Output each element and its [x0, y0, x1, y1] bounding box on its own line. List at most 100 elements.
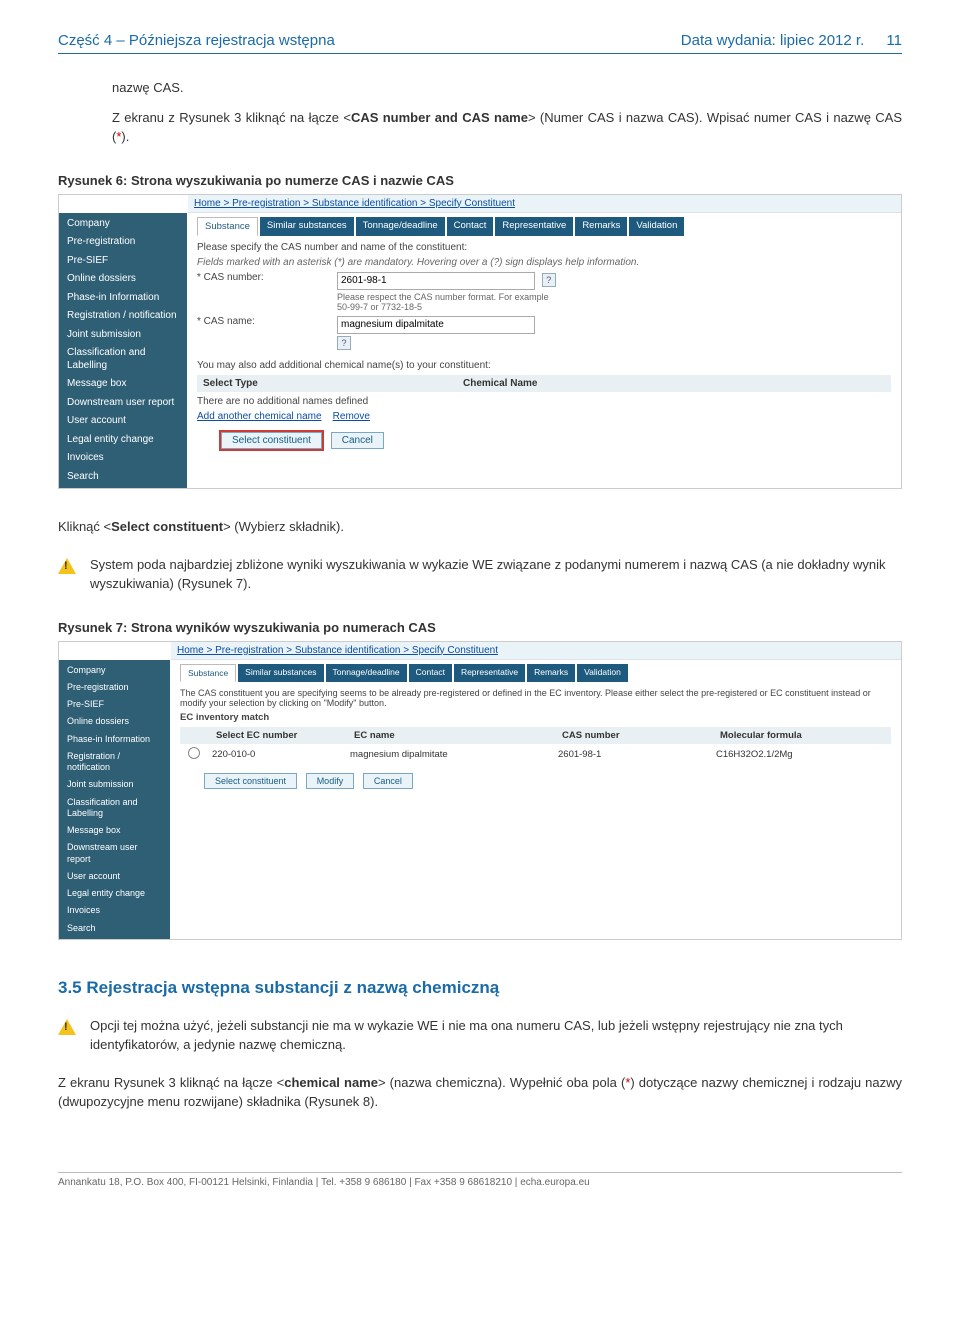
cas-name-input[interactable]: [337, 316, 535, 334]
sidebar-item[interactable]: Message box: [59, 375, 187, 394]
cancel-button[interactable]: Cancel: [331, 432, 384, 449]
section-3-5-heading: 3.5 Rejestracja wstępna substancji z naz…: [58, 978, 902, 998]
paragraph-intro: Z ekranu z Rysunek 3 kliknąć na łącze <C…: [112, 108, 902, 147]
sidebar-item[interactable]: Company: [59, 215, 187, 234]
sidebar-item[interactable]: Phase-in Information: [59, 731, 170, 748]
figure-6-title: Rysunek 6: Strona wyszukiwania po numerz…: [58, 173, 902, 188]
tab-bar: Substance Similar substances Tonnage/dea…: [180, 664, 891, 682]
tab-tonnage[interactable]: Tonnage/deadline: [326, 664, 407, 682]
help-icon[interactable]: ?: [337, 336, 351, 350]
additional-names-note: You may also add additional chemical nam…: [197, 360, 891, 371]
cas-name-label: * CAS name:: [197, 316, 337, 327]
tab-remarks[interactable]: Remarks: [527, 664, 575, 682]
cell-ec-number: 220-010-0: [208, 749, 346, 760]
sidebar-item[interactable]: Pre-SIEF: [59, 696, 170, 713]
sidebar-item[interactable]: User account: [59, 868, 170, 885]
sidebar-item[interactable]: Joint submission: [59, 326, 187, 345]
select-constituent-button[interactable]: Select constituent: [221, 432, 322, 449]
col-radio: [184, 730, 212, 741]
cas-name-row: * CAS name: ?: [197, 316, 891, 350]
page-number: 11: [886, 32, 902, 49]
tab-validation[interactable]: Validation: [577, 664, 628, 682]
select-constituent-button[interactable]: Select constituent: [204, 773, 297, 789]
warning-2-text: Opcji tej można użyć, jeżeli substancji …: [90, 1016, 902, 1055]
tab-substance[interactable]: Substance: [180, 664, 236, 682]
sidebar-item[interactable]: Joint submission: [59, 776, 170, 793]
last-text-c: > (nazwa chemiczna). Wypełnić oba pola (: [378, 1075, 625, 1090]
sidebar-item[interactable]: Legal entity change: [59, 885, 170, 902]
col-chemical-name: Chemical Name: [463, 378, 537, 389]
tab-remarks[interactable]: Remarks: [575, 217, 627, 236]
results-table-header: Select EC number EC name CAS number Mole…: [180, 727, 891, 744]
sidebar-item[interactable]: Phase-in Information: [59, 289, 187, 308]
warning-1: System poda najbardziej zbliżone wyniki …: [58, 555, 902, 594]
sidebar-item[interactable]: Downstream user report: [59, 394, 187, 413]
sidebar-item[interactable]: Online dossiers: [59, 713, 170, 730]
sidebar-item[interactable]: Company: [59, 662, 170, 679]
tab-representative[interactable]: Representative: [495, 217, 573, 236]
sidebar-item[interactable]: Pre-SIEF: [59, 252, 187, 271]
paragraph-last: Z ekranu Rysunek 3 kliknąć na łącze <che…: [58, 1073, 902, 1112]
tab-contact[interactable]: Contact: [409, 664, 452, 682]
sidebar-item[interactable]: Classification and Labelling: [59, 794, 170, 823]
sidebar-item[interactable]: Search: [59, 468, 187, 487]
page-header: Część 4 – Późniejsza rejestracja wstępna…: [58, 32, 902, 54]
breadcrumb[interactable]: Home > Pre-registration > Substance iden…: [188, 195, 901, 213]
sidebar-item[interactable]: User account: [59, 412, 187, 431]
mandatory-note: Fields marked with an asterisk (*) are m…: [197, 257, 891, 268]
help-icon[interactable]: ?: [542, 273, 556, 287]
tab-bar: Substance Similar substances Tonnage/dea…: [197, 217, 891, 236]
tab-similar[interactable]: Similar substances: [260, 217, 354, 236]
sidebar-item[interactable]: Invoices: [59, 449, 187, 468]
col-cas-number: CAS number: [558, 730, 716, 741]
sidebar-item[interactable]: Registration / notification: [59, 307, 187, 326]
cancel-button[interactable]: Cancel: [363, 773, 413, 789]
result-radio[interactable]: [188, 747, 200, 759]
col-ec-number: Select EC number: [212, 730, 350, 741]
tab-substance[interactable]: Substance: [197, 217, 258, 236]
tab-representative[interactable]: Representative: [454, 664, 525, 682]
cas-number-input[interactable]: [337, 272, 535, 290]
warning-2: Opcji tej można użyć, jeżeli substancji …: [58, 1016, 902, 1055]
click-text-a: Kliknąć <: [58, 519, 111, 534]
cell-cas-number: 2601-98-1: [554, 749, 712, 760]
remove-name-link[interactable]: Remove: [333, 411, 370, 422]
intro-text-a: Z ekranu z Rysunek 3 kliknąć na łącze <: [112, 110, 351, 125]
add-name-link[interactable]: Add another chemical name: [197, 411, 322, 422]
sidebar-item[interactable]: Registration / notification: [59, 748, 170, 777]
cell-formula: C16H32O2.1/2Mg: [712, 749, 891, 760]
cas-number-row: * CAS number: ? Please respect the CAS n…: [197, 272, 891, 312]
breadcrumb[interactable]: Home > Pre-registration > Substance iden…: [171, 642, 901, 660]
tab-contact[interactable]: Contact: [447, 217, 494, 236]
already-registered-note: The CAS constituent you are specifying s…: [180, 688, 891, 708]
sidebar-item[interactable]: Downstream user report: [59, 839, 170, 868]
page-footer: Annankatu 18, P.O. Box 400, FI-00121 Hel…: [58, 1172, 902, 1188]
click-text-c: > (Wybierz składnik).: [223, 519, 344, 534]
sidebar-item[interactable]: Legal entity change: [59, 431, 187, 450]
sidebar-item[interactable]: Classification and Labelling: [59, 344, 187, 375]
sidebar-item[interactable]: Message box: [59, 822, 170, 839]
line-nazwe-cas: nazwę CAS.: [112, 78, 902, 98]
cas-number-label: * CAS number:: [197, 272, 337, 283]
cell-ec-name: magnesium dipalmitate: [346, 749, 554, 760]
tab-validation[interactable]: Validation: [629, 217, 684, 236]
tab-similar[interactable]: Similar substances: [238, 664, 323, 682]
sidebar-item[interactable]: Online dossiers: [59, 270, 187, 289]
sidebar-item[interactable]: Pre-registration: [59, 233, 187, 252]
modify-button[interactable]: Modify: [306, 773, 355, 789]
header-right: Data wydania: lipiec 2012 r. 11: [681, 32, 902, 49]
sidebar-item[interactable]: Search: [59, 920, 170, 937]
figure-6-screenshot: Home > Pre-registration > Substance iden…: [58, 194, 902, 490]
warning-icon: [58, 558, 76, 574]
names-table-header: Select Type Chemical Name: [197, 375, 891, 392]
intro-text-d: ).: [121, 129, 129, 144]
col-select-type: Select Type: [203, 378, 463, 389]
tab-tonnage[interactable]: Tonnage/deadline: [356, 217, 445, 236]
sidebar-item[interactable]: Invoices: [59, 902, 170, 919]
sidebar-item[interactable]: Pre-registration: [59, 679, 170, 696]
last-text-a: Z ekranu Rysunek 3 kliknąć na łącze <: [58, 1075, 284, 1090]
click-select-line: Kliknąć <Select constituent> (Wybierz sk…: [58, 517, 902, 537]
warning-1-text: System poda najbardziej zbliżone wyniki …: [90, 555, 902, 594]
cas-number-hint: Please respect the CAS number format. Fo…: [337, 292, 557, 312]
main-panel: Substance Similar substances Tonnage/dea…: [170, 660, 901, 939]
